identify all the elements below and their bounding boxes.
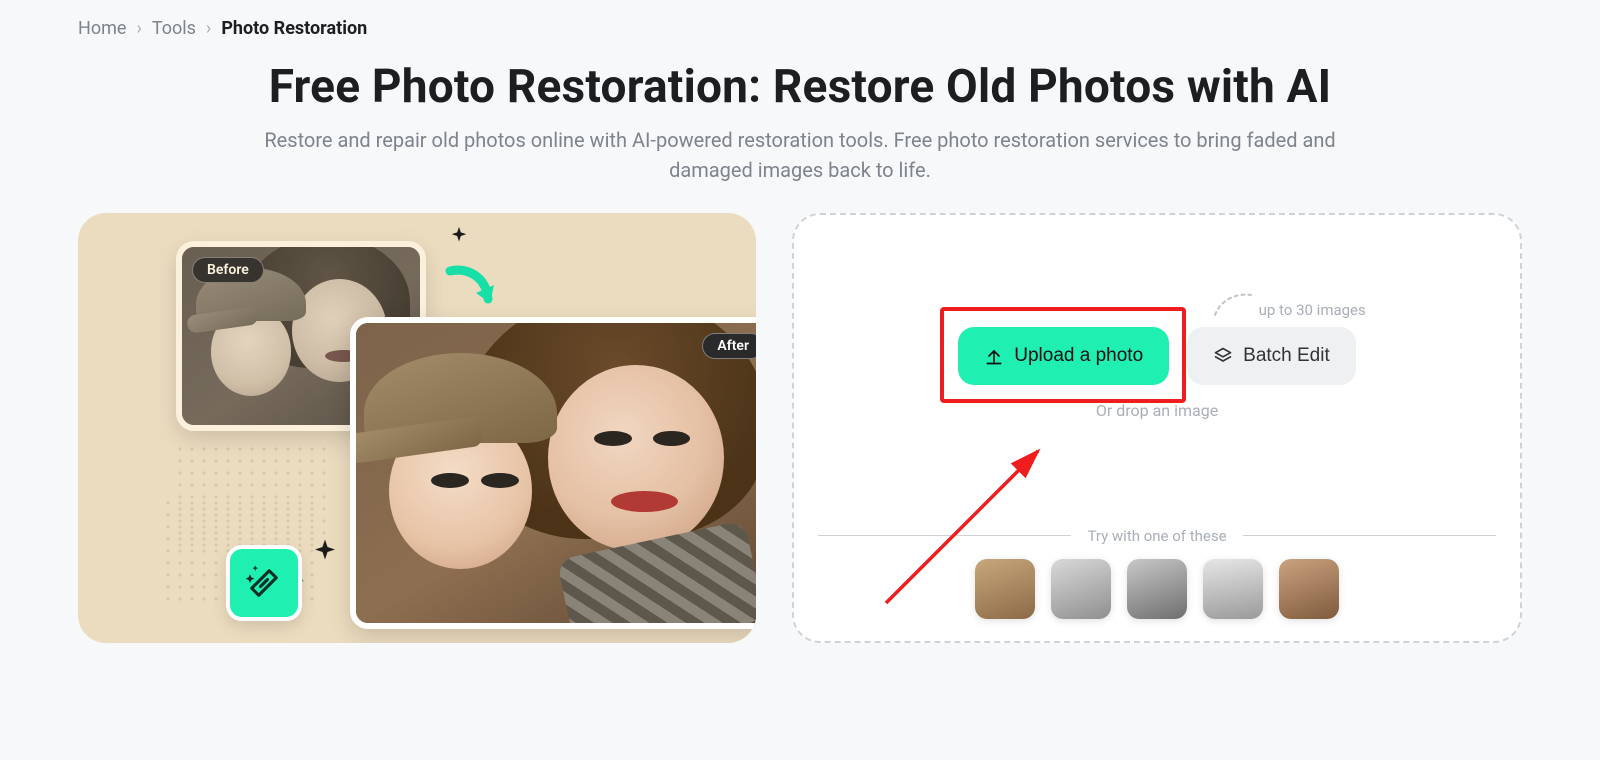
batch-hint: up to 30 images xyxy=(1211,289,1366,319)
breadcrumb-home[interactable]: Home xyxy=(78,18,126,39)
badge-after: After xyxy=(702,333,756,359)
page-subtitle: Restore and repair old photos online wit… xyxy=(240,125,1360,185)
sample-thumb[interactable] xyxy=(1203,559,1263,619)
samples-heading: Try with one of these xyxy=(818,527,1496,545)
sparkle-icon xyxy=(448,225,470,247)
demo-photo-after: After xyxy=(350,317,756,629)
upload-panel[interactable]: up to 30 images Upload a photo Batch Edi… xyxy=(792,213,1522,643)
demo-panel: Before After xyxy=(78,213,756,643)
batch-edit-label: Batch Edit xyxy=(1243,345,1330,367)
drop-hint: Or drop an image xyxy=(1096,401,1218,420)
samples-heading-text: Try with one of these xyxy=(1087,527,1226,545)
hint-curve-icon xyxy=(1211,289,1255,319)
upload-photo-button[interactable]: Upload a photo xyxy=(958,327,1169,385)
cta-row: up to 30 images Upload a photo Batch Edi… xyxy=(958,327,1356,385)
layers-icon xyxy=(1213,346,1233,366)
batch-edit-button[interactable]: Batch Edit xyxy=(1187,327,1356,385)
breadcrumb-tools[interactable]: Tools xyxy=(152,18,196,39)
sample-thumb[interactable] xyxy=(1051,559,1111,619)
samples-section: Try with one of these xyxy=(818,515,1496,619)
sample-thumb[interactable] xyxy=(1127,559,1187,619)
chevron-right-icon: › xyxy=(136,18,141,39)
batch-hint-text: up to 30 images xyxy=(1259,301,1366,319)
sparkle-icon xyxy=(310,537,340,567)
arrow-curved-icon xyxy=(444,263,500,319)
hero: Free Photo Restoration: Restore Old Phot… xyxy=(240,59,1360,185)
breadcrumb-current: Photo Restoration xyxy=(221,18,367,39)
badge-before: Before xyxy=(192,257,264,283)
sample-thumb[interactable] xyxy=(975,559,1035,619)
page-title: Free Photo Restoration: Restore Old Phot… xyxy=(240,59,1360,117)
sample-thumb[interactable] xyxy=(1279,559,1339,619)
breadcrumb: Home › Tools › Photo Restoration xyxy=(0,0,1600,51)
magic-wand-icon xyxy=(226,545,302,621)
upload-photo-label: Upload a photo xyxy=(1014,345,1143,367)
sample-thumbs xyxy=(818,559,1496,619)
upload-icon xyxy=(984,346,1004,366)
chevron-right-icon: › xyxy=(206,18,211,39)
